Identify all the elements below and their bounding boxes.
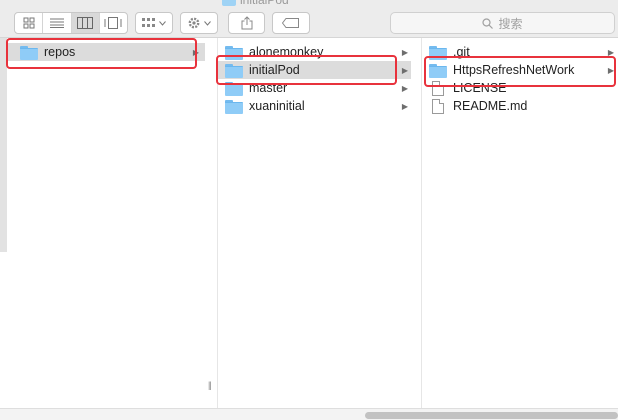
chevron-right-icon: ▶ [401,47,408,57]
horizontal-scrollbar-thumb[interactable] [365,412,618,419]
chevron-right-icon: ▶ [401,83,408,93]
columns-icon [77,17,94,29]
chevron-down-icon [159,20,166,26]
share-icon [241,16,252,30]
window-title: initialPod [222,0,289,7]
action-menu-button[interactable] [180,12,218,34]
column-item-label: README.md [453,99,528,113]
list-icon [49,18,64,28]
view-mode-segmented-control[interactable] [14,12,128,34]
column-item-xuaninitial[interactable]: xuaninitial ▶ [218,97,411,115]
annotation-highlight-repos [6,38,197,69]
column-view-button[interactable] [71,13,100,33]
gallery-view-button[interactable] [100,13,127,33]
chevron-down-icon [204,20,211,26]
folder-icon [222,0,236,6]
chevron-right-icon: ▶ [401,65,408,75]
sidebar-scrollbar[interactable] [0,38,7,252]
annotation-highlight-initialpod [216,55,397,85]
gallery-icon [104,17,122,29]
tags-button[interactable] [272,12,310,34]
icon-view-button[interactable] [15,13,44,33]
search-field[interactable]: 搜索 [390,12,615,34]
document-icon [432,98,444,114]
column-item-readme[interactable]: README.md [422,97,618,115]
window-title-label: initialPod [240,0,289,7]
tag-icon [282,18,299,28]
grid-icon [23,17,35,29]
annotation-highlight-httpsrefreshnetwork [424,56,616,87]
column-item-label: xuaninitial [249,99,305,113]
search-icon [482,17,494,29]
list-view-button[interactable] [43,13,72,33]
chevron-right-icon: ▶ [401,101,408,111]
group-by-button[interactable] [135,12,173,34]
column-resize-handle[interactable]: || [208,380,212,390]
gear-icon [188,17,200,29]
group-icon [142,18,155,27]
search-placeholder: 搜索 [498,16,523,31]
share-button[interactable] [228,12,265,34]
folder-icon [225,99,243,114]
